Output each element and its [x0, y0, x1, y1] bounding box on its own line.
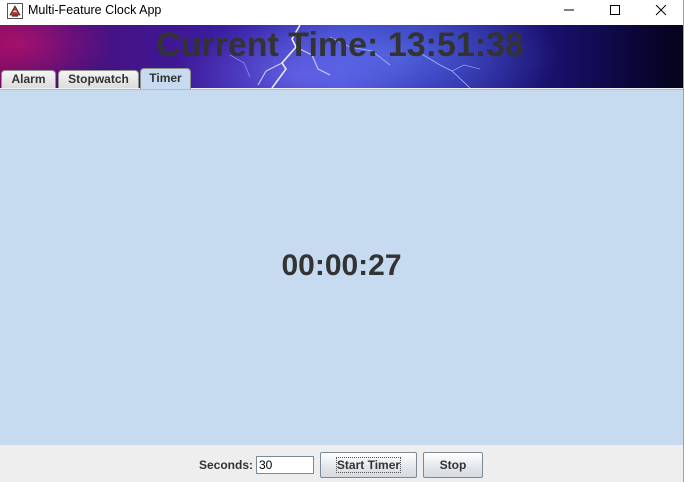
tab-alarm[interactable]: Alarm — [1, 70, 56, 88]
start-timer-label: Start Timer — [336, 458, 401, 472]
minimize-button[interactable] — [546, 0, 592, 25]
seconds-label: Seconds: — [199, 458, 254, 472]
close-button[interactable] — [638, 0, 683, 25]
tab-timer[interactable]: Timer — [140, 68, 191, 89]
stop-button[interactable]: Stop — [423, 452, 483, 478]
title-bar[interactable]: Multi-Feature Clock App — [0, 0, 683, 25]
start-timer-button[interactable]: Start Timer — [320, 452, 417, 478]
minimize-icon — [564, 9, 574, 11]
java-cup-icon — [7, 3, 23, 19]
close-icon — [655, 5, 667, 16]
app-window: Multi-Feature Clock App Current Time: 13… — [0, 0, 684, 482]
seconds-input[interactable] — [256, 456, 314, 474]
timer-panel: 00:00:27 — [0, 89, 683, 445]
window-title: Multi-Feature Clock App — [28, 3, 162, 17]
timer-controls: Seconds: Start Timer Stop — [0, 445, 683, 482]
maximize-icon — [610, 5, 620, 15]
current-time-label: Current Time: 13:51:38 — [156, 26, 524, 64]
maximize-button[interactable] — [592, 0, 638, 25]
timer-countdown-display: 00:00:27 — [281, 249, 402, 282]
tab-stopwatch[interactable]: Stopwatch — [58, 70, 139, 88]
